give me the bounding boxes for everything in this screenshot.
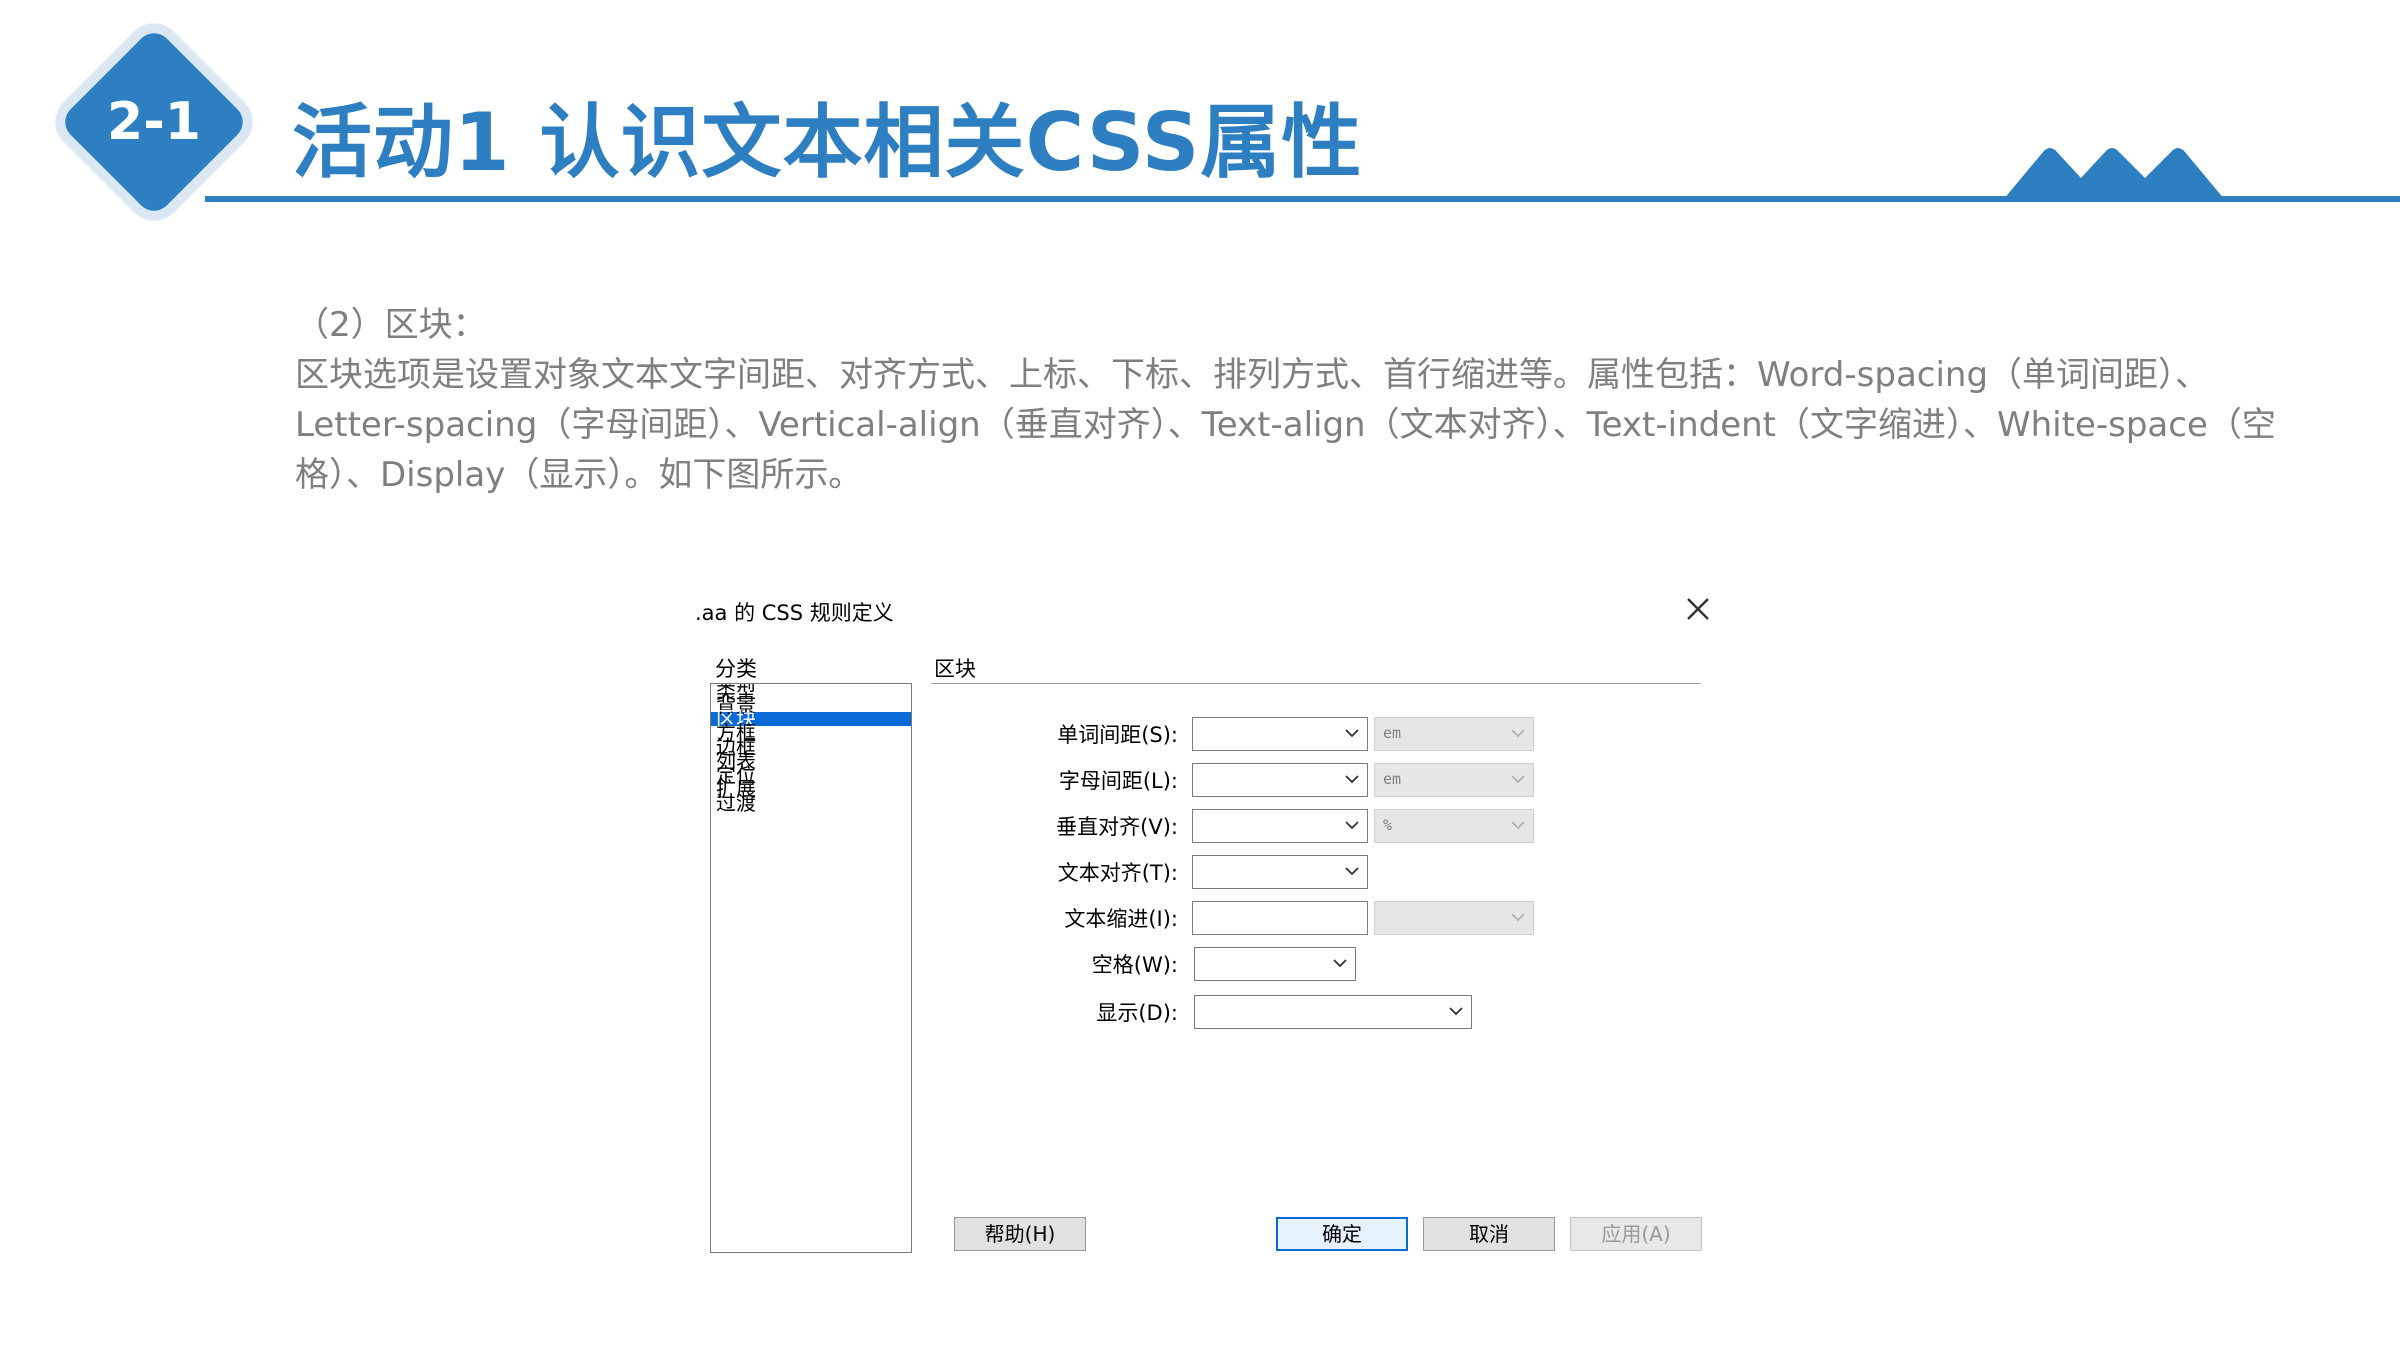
letter-spacing-label: 字母间距(L): [1058,769,1178,793]
chevron-down-icon [1345,867,1359,876]
slide-title: 活动1 认识文本相关CSS属性 [292,96,1363,189]
text-align-select[interactable] [1192,855,1368,889]
cancel-button[interactable]: 取消 [1423,1217,1555,1251]
css-rule-dialog: .aa 的 CSS 规则定义 分类 类型 背景 区块 方框 边框 列表 定位 扩… [690,585,1720,1265]
category-list[interactable]: 类型 背景 区块 方框 边框 列表 定位 扩展 过渡 [710,683,912,1253]
vertical-align-label: 垂直对齐(V): [1056,815,1178,839]
chevron-down-icon [1511,821,1525,830]
text-indent-unit-select[interactable] [1374,901,1534,935]
chevron-down-icon [1333,959,1347,968]
white-space-select[interactable] [1194,947,1356,981]
vertical-align-unit: % [1383,816,1393,834]
chevron-down-icon [1511,775,1525,784]
body-text: （2）区块： 区块选项是设置对象文本文字间距、对齐方式、上标、下标、排列方式、首… [295,300,2315,500]
section-divider [931,683,1701,684]
help-button[interactable]: 帮助(H) [954,1217,1086,1251]
text-align-label: 文本对齐(T): [1057,861,1178,885]
section-heading: （2）区块： [295,305,487,345]
word-spacing-select[interactable] [1192,717,1368,751]
white-space-label: 空格(W): [1091,953,1178,977]
slide-header: 2-1 活动1 认识文本相关CSS属性 [0,0,2400,220]
apply-button[interactable]: 应用(A) [1570,1217,1702,1251]
chevron-down-icon [1511,913,1525,922]
vertical-align-select[interactable] [1192,809,1368,843]
section-badge-label: 2-1 [107,92,201,152]
close-icon-glyph [1687,598,1709,620]
letter-spacing-select[interactable] [1192,763,1368,797]
description-paragraph: 区块选项是设置对象文本文字间距、对齐方式、上标、下标、排列方式、首行缩进等。属性… [295,355,2276,495]
word-spacing-label: 单词间距(S): [1057,723,1178,747]
section-label: 区块 [934,657,976,681]
display-label: 显示(D): [1096,1001,1178,1025]
letter-spacing-unit: em [1383,770,1402,788]
dialog-title: .aa 的 CSS 规则定义 [695,601,894,625]
ok-button[interactable]: 确定 [1276,1217,1408,1251]
vertical-align-unit-select[interactable]: % [1374,809,1534,843]
text-indent-input[interactable] [1192,901,1368,935]
word-spacing-unit: em [1383,724,1402,742]
chevron-down-icon [1511,729,1525,738]
text-indent-label: 文本缩进(I): [1064,907,1178,931]
word-spacing-unit-select[interactable]: em [1374,717,1534,751]
chevron-down-icon [1449,1007,1463,1016]
category-label: 分类 [715,657,757,681]
display-select[interactable] [1194,995,1472,1029]
category-item-transition[interactable]: 过渡 [711,793,911,813]
chevron-down-icon [1345,775,1359,784]
close-icon[interactable] [1680,585,1716,621]
chevron-down-icon [1345,821,1359,830]
chevron-down-icon [1345,729,1359,738]
letter-spacing-unit-select[interactable]: em [1374,763,1534,797]
mountains-decoration [2003,148,2225,200]
